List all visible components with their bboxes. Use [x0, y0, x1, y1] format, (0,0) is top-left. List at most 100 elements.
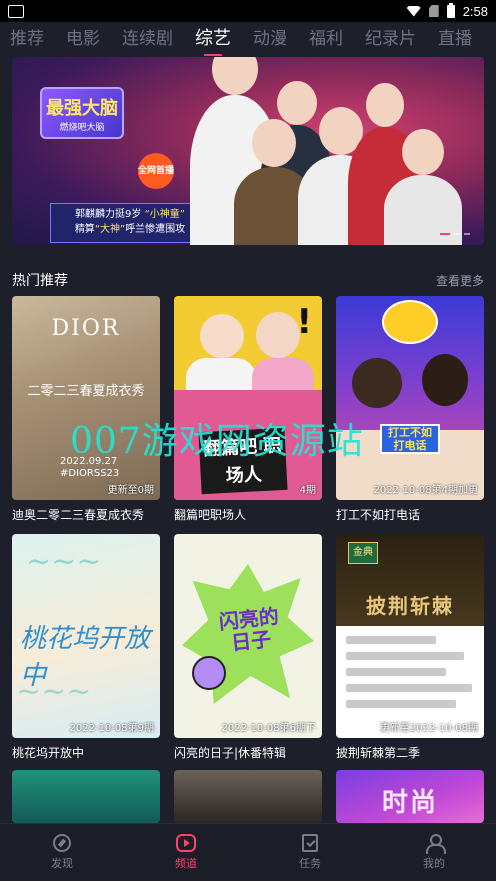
- notification-icon: [8, 4, 24, 18]
- status-time: 2:58: [462, 3, 488, 19]
- show-title: 迪奥二零二三春夏成衣秀: [12, 508, 145, 522]
- show-card[interactable]: [174, 770, 322, 823]
- status-icons: 2:58: [406, 2, 488, 19]
- tab-welfare[interactable]: 福利: [309, 25, 343, 53]
- banner-dot: [454, 233, 460, 235]
- tab-variety[interactable]: 综艺: [195, 25, 231, 56]
- thumb-art-title: 时尚: [381, 788, 438, 818]
- cast-face: [422, 354, 468, 406]
- thumb-hashtag: #DIORSS23: [60, 468, 120, 479]
- play-icon: [176, 834, 196, 852]
- show-card[interactable]: [12, 770, 160, 823]
- nav-channels[interactable]: 频道: [124, 824, 248, 881]
- bottom-navigation: 发现 频道 任务 我的: [0, 823, 496, 881]
- episode-tag: 4期: [299, 485, 316, 496]
- thumb-art-title: 闪亮的 日子: [217, 603, 280, 655]
- nav-label: 任务: [299, 857, 321, 870]
- thumb-sign: 打工不如 打电话: [380, 424, 440, 454]
- banner-caption: 郭麒麟力挺9岁 “小神童” 精算“大神”呼兰惨遭围攻: [50, 203, 210, 243]
- caption-text: 呼兰惨遭围攻: [125, 224, 186, 235]
- cast-face: [200, 314, 244, 358]
- episode-tag: 2022-10-08第4期加更: [373, 485, 478, 496]
- premiere-badge: 全网首播: [138, 153, 174, 189]
- show-thumbnail: DIOR 二零二三春夏成衣秀 2022.09.27 #DIORSS23 更新至0…: [12, 296, 160, 500]
- section-title: 热门推荐: [12, 273, 68, 289]
- show-thumbnail: ~~~ 桃花坞开放中 ~~~ 2022-10-08第9期: [12, 534, 160, 738]
- show-title: 打工不如打电话: [336, 508, 421, 522]
- hero-banner[interactable]: 最强大脑 燃烧吧大脑 全网首播 郭麒麟力挺9岁 “小神童” 精算“大神”呼兰惨遭…: [12, 57, 484, 245]
- caption-highlight: “小神童”: [144, 209, 185, 220]
- caption-text: 精算: [74, 224, 95, 235]
- status-bar: 2:58: [0, 0, 496, 22]
- nav-label: 发现: [51, 857, 73, 870]
- thumb-subtitle: 二零二三春夏成衣秀: [27, 384, 145, 399]
- show-thumbnail: 闪亮的 日子 2022-10-08第6期下: [174, 534, 322, 738]
- thumb-decoration: ~~~: [16, 674, 92, 709]
- caption-line-1: 郭麒麟力挺9岁 “小神童”: [57, 207, 203, 222]
- caption-highlight: “大神”: [94, 224, 126, 235]
- nav-profile[interactable]: 我的: [372, 824, 496, 881]
- show-thumbnail: ! 翻篇吧 职场人 4期: [174, 296, 322, 500]
- show-logo: 最强大脑 燃烧吧大脑: [40, 87, 124, 139]
- show-logo: [382, 300, 438, 344]
- sponsor-logo: 金典: [348, 542, 378, 564]
- see-more-link[interactable]: 查看更多: [436, 272, 484, 289]
- show-card[interactable]: 打工不如 打电话 2022-10-08第4期加更 打工不如打电话: [336, 296, 484, 523]
- episode-tag: 2022-10-08第6期下: [221, 723, 316, 734]
- show-card[interactable]: DIOR 二零二三春夏成衣秀 2022.09.27 #DIORSS23 更新至0…: [12, 296, 160, 523]
- show-card[interactable]: 闪亮的 日子 2022-10-08第6期下 闪亮的日子|休番特辑: [174, 534, 322, 761]
- wifi-icon: [406, 5, 421, 17]
- banner-dot: [440, 233, 450, 235]
- episode-tag: 更新至0期: [107, 485, 154, 496]
- user-icon: [425, 834, 446, 854]
- tab-live[interactable]: 直播: [438, 25, 472, 53]
- show-thumbnail: 时尚: [336, 770, 484, 823]
- episode-tag: 更新至2022-10-08期: [379, 723, 478, 734]
- show-thumbnail: [12, 770, 160, 823]
- thumb-decoration: ~~~: [26, 544, 102, 579]
- task-icon: [302, 834, 318, 852]
- exclamation-icon: !: [296, 302, 312, 342]
- thumb-art-title: 披荆斩棘: [366, 594, 454, 618]
- banner-dot: [464, 233, 470, 235]
- caption-text: 郭麒麟力挺9岁: [75, 209, 145, 220]
- nav-label: 我的: [423, 857, 445, 870]
- caption-line-2: 精算“大神”呼兰惨遭围攻: [57, 222, 203, 237]
- nav-tasks[interactable]: 任务: [248, 824, 372, 881]
- tab-movies[interactable]: 电影: [66, 25, 100, 53]
- tab-recommend[interactable]: 推荐: [10, 25, 44, 53]
- show-thumbnail: 金典 披荆斩棘 更新至2022-10-08期: [336, 534, 484, 738]
- cast-face: [256, 312, 300, 358]
- show-thumbnail: [174, 770, 322, 823]
- show-title: 桃花坞开放中: [12, 746, 85, 760]
- tab-anime[interactable]: 动漫: [253, 25, 287, 53]
- battery-icon: [446, 2, 455, 18]
- tab-series[interactable]: 连续剧: [122, 25, 173, 53]
- sponsor-row: [346, 668, 446, 676]
- category-tabs: 推荐 电影 连续剧 综艺 动漫 福利 纪录片 直播: [0, 22, 496, 56]
- thumb-character: [192, 656, 226, 690]
- no-sim-icon: [428, 5, 439, 17]
- sponsor-row: [346, 684, 472, 692]
- nav-label: 频道: [175, 857, 197, 870]
- compass-icon: [53, 834, 71, 852]
- episode-tag: 2022-10-08第9期: [69, 723, 154, 734]
- show-card[interactable]: ~~~ 桃花坞开放中 ~~~ 2022-10-08第9期 桃花坞开放中: [12, 534, 160, 761]
- watermark: 007游戏网资源站: [70, 421, 364, 462]
- show-card[interactable]: 金典 披荆斩棘 更新至2022-10-08期 披荆斩棘第二季: [336, 534, 484, 761]
- show-card[interactable]: ! 翻篇吧 职场人 4期 翻篇吧职场人: [174, 296, 322, 523]
- sponsor-row: [346, 652, 464, 660]
- show-thumbnail: 打工不如 打电话 2022-10-08第4期加更: [336, 296, 484, 500]
- tab-documentary[interactable]: 纪录片: [365, 25, 416, 53]
- sponsor-row: [346, 636, 436, 644]
- cast-face: [352, 358, 402, 408]
- nav-discover[interactable]: 发现: [0, 824, 124, 881]
- show-card[interactable]: 时尚: [336, 770, 484, 823]
- show-logo-subtitle: 燃烧吧大脑: [59, 122, 105, 133]
- banner-pagination: [440, 233, 470, 235]
- sponsor-row: [346, 700, 456, 708]
- thumb-brand: DIOR: [51, 316, 121, 341]
- show-title: 翻篇吧职场人: [174, 508, 247, 522]
- show-title: 披荆斩棘第二季: [336, 746, 421, 760]
- show-title: 闪亮的日子|休番特辑: [174, 746, 287, 760]
